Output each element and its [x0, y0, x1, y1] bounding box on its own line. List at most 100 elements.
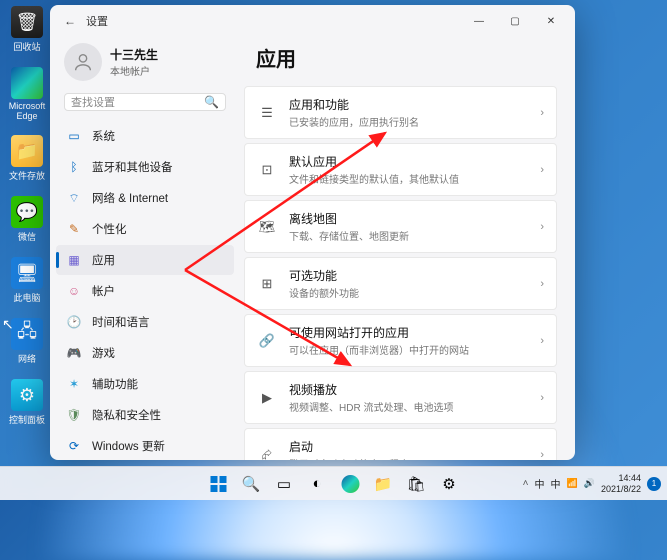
taskbar-taskview[interactable]: ▭	[269, 469, 299, 499]
volume-tray-icon[interactable]: 🔊	[584, 478, 595, 489]
taskbar-edge[interactable]	[335, 469, 365, 499]
ime-indicator[interactable]: 中	[535, 476, 545, 491]
desktop-icon-network[interactable]: 🖧网络	[6, 318, 48, 365]
desktop-icon-label: 控制面板	[9, 413, 45, 426]
start-button[interactable]	[203, 469, 233, 499]
system-tray: ˄ 中 中 📶 🔊 14:44 2021/8/22 1	[523, 473, 667, 494]
chevron-right-icon: ›	[540, 164, 544, 176]
nav-label: 时间和语言	[92, 314, 150, 330]
taskbar-settings[interactable]: ⚙	[434, 469, 464, 499]
startup-icon: ⮳	[257, 445, 277, 461]
desktop-icon-label: 微信	[18, 230, 36, 243]
nav-bluetooth[interactable]: ᛒ 蓝牙和其他设备	[56, 152, 234, 182]
nav-label: Windows 更新	[92, 438, 165, 454]
search-input[interactable]: 查找设置 🔍	[64, 93, 226, 111]
desktop-icon-edge[interactable]: Microsoft Edge	[6, 67, 48, 121]
chevron-right-icon: ›	[540, 392, 544, 404]
back-button[interactable]: ←	[60, 14, 80, 28]
nav-gaming[interactable]: 🎮游戏	[56, 338, 234, 368]
desktop-icon-label: 此电脑	[13, 291, 40, 304]
card-startup[interactable]: ⮳ 启动登录时自动启动的应用程序 ›	[244, 428, 557, 460]
desktop-icon-label: 文件存放	[9, 169, 45, 182]
chevron-right-icon: ›	[540, 221, 544, 233]
card-desc: 可以在应用（而非浏览器）中打开的网站	[289, 342, 528, 357]
card-title: 可选功能	[289, 267, 528, 284]
chevron-right-icon: ›	[540, 107, 544, 119]
content-area: 应用 ☰应用和功能已安装的应用，应用执行别名› ⊡默认应用文件和链接类型的默认值…	[240, 37, 575, 460]
nav-label: 辅助功能	[92, 376, 138, 392]
card-apps-for-websites[interactable]: 🔗可使用网站打开的应用可以在应用（而非浏览器）中打开的网站›	[244, 314, 557, 367]
map-icon: 🗺	[257, 217, 277, 237]
card-desc: 文件和链接类型的默认值，其他默认值	[289, 171, 528, 186]
nav-network[interactable]: ⌔ 网络 & Internet	[56, 183, 234, 213]
titlebar: ← 设置 — ▢ ✕	[50, 5, 575, 37]
desktop-icon-label: 回收站	[13, 40, 40, 53]
page-heading: 应用	[256, 43, 557, 72]
nav-personalization[interactable]: ✎个性化	[56, 214, 234, 244]
update-icon: ⟳	[66, 438, 82, 454]
card-title: 启动	[289, 438, 528, 455]
card-default-apps[interactable]: ⊡ 默认应用文件和链接类型的默认值，其他默认值 ›	[244, 143, 557, 196]
nav-accessibility[interactable]: ✶辅助功能	[56, 369, 234, 399]
taskbar: 🔍 ▭ ◐ 📁 🛍 ⚙ ˄ 中 中 📶 🔊 14:44 2021/8/22 1	[0, 466, 667, 500]
chevron-right-icon: ›	[540, 449, 544, 461]
profile-name: 十三先生	[110, 46, 158, 63]
nav-privacy[interactable]: 🛡隐私和安全性	[56, 400, 234, 430]
nav-time-language[interactable]: 🕑时间和语言	[56, 307, 234, 337]
taskbar-search[interactable]: 🔍	[236, 469, 266, 499]
notification-badge[interactable]: 1	[647, 477, 661, 491]
card-offline-maps[interactable]: 🗺离线地图下载、存储位置、地图更新›	[244, 200, 557, 253]
desktop-icon-wechat[interactable]: 💬微信	[6, 196, 48, 243]
nav-system[interactable]: ▭ 系统	[56, 121, 234, 151]
bluetooth-icon: ᛒ	[66, 159, 82, 175]
network-tray-icon[interactable]: 📶	[567, 478, 578, 489]
nav-list: ▭ 系统 ᛒ 蓝牙和其他设备 ⌔ 网络 & Internet ✎个性化 ▦ 应用 ☺ 帐户…	[56, 121, 234, 460]
nav-label: 系统	[92, 128, 115, 144]
nav-apps[interactable]: ▦ 应用	[56, 245, 234, 275]
nav-label: 应用	[92, 252, 115, 268]
maximize-button[interactable]: ▢	[497, 5, 533, 37]
clock[interactable]: 14:44 2021/8/22	[601, 473, 641, 494]
card-title: 默认应用	[289, 153, 528, 170]
video-icon: ▶	[257, 388, 277, 408]
clock-time: 14:44	[601, 473, 641, 483]
default-icon: ⊡	[257, 160, 277, 180]
card-video-playback[interactable]: ▶视频播放视频调整、HDR 流式处理、电池选项›	[244, 371, 557, 424]
grid-plus-icon: ⊞	[257, 274, 277, 294]
tray-chevron-up-icon[interactable]: ˄	[523, 478, 529, 489]
desktop-icon-control-panel[interactable]: ⚙控制面板	[6, 379, 48, 426]
profile-block[interactable]: 十三先生 本地帐户	[56, 37, 234, 91]
nav-label: 帐户	[92, 283, 115, 299]
apps-icon: ▦	[66, 252, 82, 268]
display-icon: ▭	[66, 128, 82, 144]
link-icon: 🔗	[257, 331, 277, 351]
settings-list: ☰应用和功能已安装的应用，应用执行别名› ⊡默认应用文件和链接类型的默认值，其他…	[244, 86, 557, 460]
close-button[interactable]: ✕	[533, 5, 569, 37]
card-desc: 已安装的应用，应用执行别名	[289, 114, 528, 129]
person-icon: ☺	[66, 283, 82, 299]
card-apps-features[interactable]: ☰应用和功能已安装的应用，应用执行别名›	[244, 86, 557, 139]
sidebar: 十三先生 本地帐户 查找设置 🔍 ▭ 系统 ᛒ 蓝牙和其他设备 ⌔ 网络 & Inte…	[50, 37, 240, 460]
taskbar-explorer[interactable]: 📁	[368, 469, 398, 499]
card-optional-features[interactable]: ⊞可选功能设备的额外功能›	[244, 257, 557, 310]
card-desc: 登录时自动启动的应用程序	[289, 456, 528, 460]
nav-update[interactable]: ⟳ Windows 更新	[56, 431, 234, 460]
ime-indicator-2[interactable]: 中	[551, 476, 561, 491]
taskbar-center: 🔍 ▭ ◐ 📁 🛍 ⚙	[203, 469, 464, 499]
nav-label: 蓝牙和其他设备	[92, 159, 173, 175]
desktop-icon-this-pc[interactable]: 🖥此电脑	[6, 257, 48, 304]
taskbar-widgets[interactable]: ◐	[302, 469, 332, 499]
wifi-icon: ⌔	[66, 190, 82, 206]
desktop-icon-recycle-bin[interactable]: 🗑回收站	[6, 6, 48, 53]
profile-subtitle: 本地帐户	[110, 63, 158, 78]
nav-label: 网络 & Internet	[92, 190, 168, 206]
search-icon: 🔍	[204, 95, 219, 109]
card-desc: 下载、存储位置、地图更新	[289, 228, 528, 243]
nav-accounts[interactable]: ☺ 帐户	[56, 276, 234, 306]
taskbar-store[interactable]: 🛍	[401, 469, 431, 499]
desktop-icon-folder[interactable]: 📁文件存放	[6, 135, 48, 182]
gamepad-icon: 🎮	[66, 345, 82, 361]
nav-label: 隐私和安全性	[92, 407, 161, 423]
minimize-button[interactable]: —	[461, 5, 497, 37]
nav-label: 个性化	[92, 221, 127, 237]
